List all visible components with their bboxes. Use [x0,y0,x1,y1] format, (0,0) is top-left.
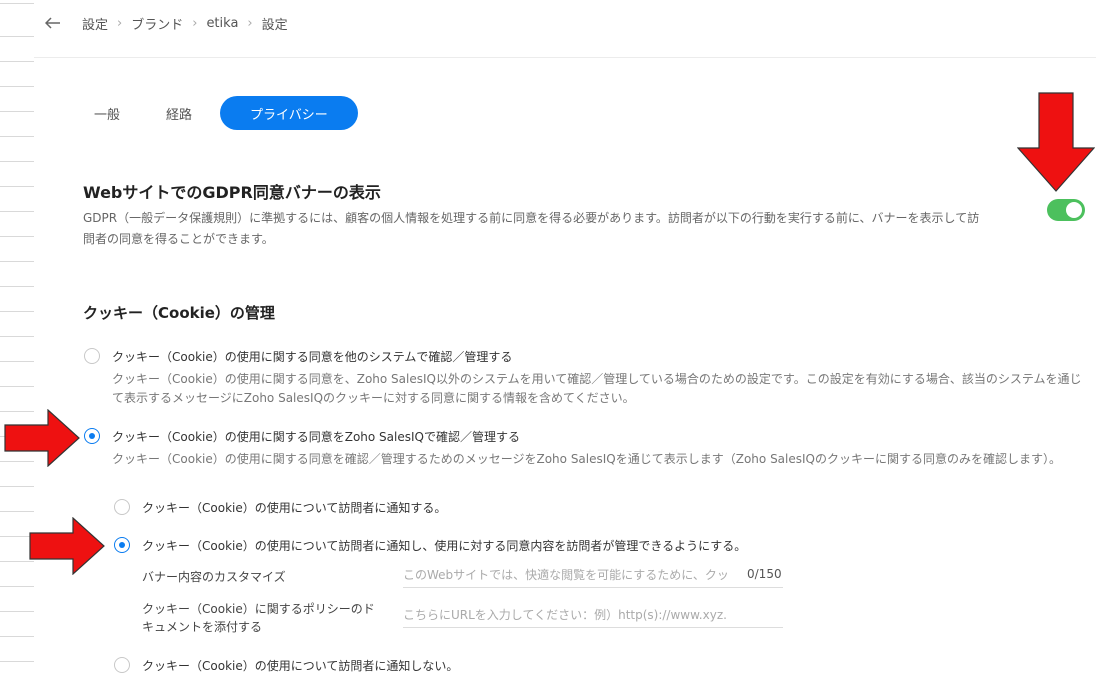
banner-content-input[interactable] [403,567,733,582]
cookie-management-title: クッキー（Cookie）の管理 [83,304,275,322]
divider [34,57,1096,58]
sub-option-notify-label: クッキー（Cookie）の使用について訪問者に通知する。 [142,501,447,515]
radio-other-system[interactable] [84,348,100,364]
chevron-right-icon: › [247,15,253,31]
breadcrumb-item-current: 設定 [261,17,288,33]
settings-page: 設定 › ブランド › etika › 設定 一般 経路 プライバシー Webサ… [0,0,1096,683]
option-salesiq-label: クッキー（Cookie）の使用に関する同意をZoho SalesIQで確認／管理… [112,430,520,444]
banner-content-field [403,562,783,588]
breadcrumb-item[interactable]: etika [206,16,238,31]
policy-url-field [403,602,783,628]
radio-salesiq[interactable] [84,428,100,444]
breadcrumb-item[interactable]: 設定 [82,14,108,33]
gdpr-banner-toggle[interactable] [1047,199,1085,221]
option-other-system-label: クッキー（Cookie）の使用に関する同意を他のシステムで確認／管理する [112,350,513,364]
option-other-system-description: クッキー（Cookie）の使用に関する同意を、Zoho SalesIQ以外のシス… [112,372,1082,405]
back-arrow-icon[interactable] [42,12,64,34]
banner-char-counter: 0/150 [747,567,782,581]
left-ruled-strip [0,0,34,683]
chevron-right-icon: › [117,15,123,31]
policy-doc-label-line1: クッキー（Cookie）に関するポリシーのド [142,602,375,616]
sub-option-manage-label: クッキー（Cookie）の使用について訪問者に通知し、使用に対する同意内容を訪問… [142,539,747,553]
tab-route[interactable]: 経路 [148,96,210,130]
tab-privacy[interactable]: プライバシー [220,96,358,130]
breadcrumb-item[interactable]: ブランド [131,14,183,33]
toggle-knob [1066,202,1082,218]
annotation-arrow-down-icon [1017,92,1095,192]
gdpr-banner-description: GDPR（一般データ保護規則）に準拠するには、顧客の個人情報を処理する前に同意を… [83,211,980,246]
tab-general[interactable]: 一般 [76,96,138,130]
breadcrumb: 設定 › ブランド › etika › 設定 [82,14,288,33]
annotation-arrow-right-icon [29,517,105,575]
annotation-arrow-right-icon [4,409,80,467]
chevron-right-icon: › [192,15,198,31]
gdpr-banner-title: WebサイトでのGDPR同意バナーの表示 [83,183,381,202]
sub-option-none-label: クッキー（Cookie）の使用について訪問者に通知しない。 [142,659,459,673]
radio-notify-and-manage[interactable] [114,537,130,553]
option-salesiq-description: クッキー（Cookie）の使用に関する同意を確認／管理するためのメッセージをZo… [112,452,1061,466]
tab-bar: 一般 経路 プライバシー [76,96,358,130]
banner-content-label: バナー内容のカスタマイズ [142,570,286,584]
top-bar: 設定 › ブランド › etika › 設定 [34,0,1096,46]
policy-url-input[interactable] [403,607,783,622]
policy-doc-label-line2: キュメントを添付する [142,620,263,634]
radio-no-notify[interactable] [114,657,130,673]
radio-notify-only[interactable] [114,499,130,515]
